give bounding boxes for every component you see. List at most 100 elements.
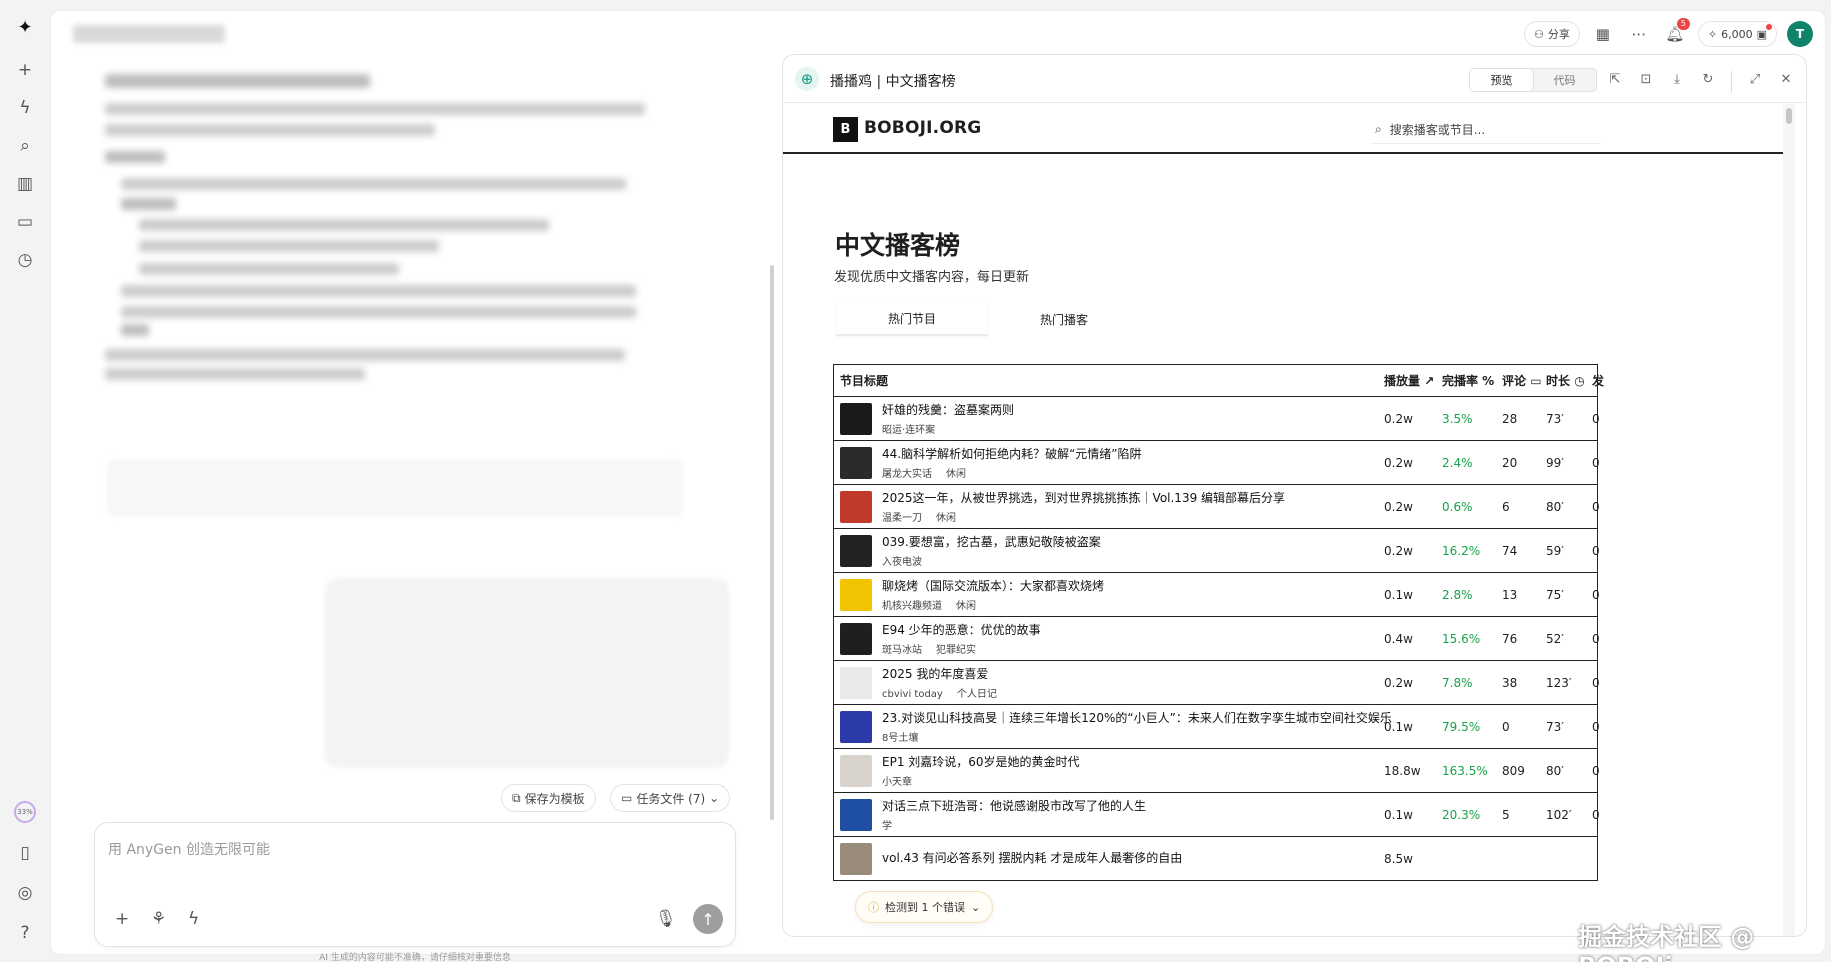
episode-title[interactable]: 对话三点下班浩哥：他说感谢股市改写了他的人生 <box>882 797 1146 814</box>
episode-cell[interactable]: 聊烧烤（国际交流版本）：大家都喜欢烧烤 机核兴趣频道 休闲 <box>840 573 1104 616</box>
history-icon[interactable]: ◷ <box>13 248 37 272</box>
credits-button[interactable]: ✧ 6,000 ▣ <box>1697 21 1777 47</box>
podcast-name[interactable]: 8号土壤 <box>882 733 918 744</box>
table-row[interactable]: 对话三点下班浩哥：他说感谢股市改写了他的人生学 0.1w 20.3% 5 102′ 0 <box>834 793 1600 837</box>
library-icon[interactable]: ▥ <box>13 172 37 196</box>
microphone-icon[interactable]: 🎙︎ <box>655 909 677 929</box>
share-out-icon[interactable]: ⇱ <box>1605 68 1625 90</box>
more-value: 0 <box>1592 587 1600 602</box>
share-button[interactable]: ⚇ 分享 <box>1524 21 1580 47</box>
preview-mode-button[interactable]: 预览 <box>1470 69 1533 91</box>
episode-cell[interactable]: 2025这一年，从被世界挑选，到对世界挑挑拣拣｜Vol.139 编辑部幕后分享温… <box>840 485 1285 528</box>
save-template-button[interactable]: ⧉ 保存为模板 <box>501 784 596 812</box>
site-scrollbar[interactable] <box>1783 104 1795 936</box>
clipboard-icon[interactable]: ▯ <box>13 841 37 865</box>
comments-value: 76 <box>1502 631 1518 646</box>
col-duration[interactable]: 时长 ◷ <box>1546 365 1585 396</box>
podcast-name[interactable]: cbvivi today <box>882 689 943 700</box>
episode-title[interactable]: 039.要想富，挖古墓，武惠妃敬陵被盗案 <box>882 533 1101 550</box>
error-toast[interactable]: ⓘ 检测到 1 个错误 ⌄ <box>855 891 994 923</box>
download-icon[interactable]: ⤓ <box>1667 68 1687 90</box>
podcast-name[interactable]: 学 <box>882 821 892 832</box>
tab-hot-podcasts[interactable]: 热门播客 <box>988 302 1140 336</box>
search-icon[interactable]: ⌕ <box>13 134 37 158</box>
completion-value: 0.6% <box>1442 499 1473 514</box>
connector-icon[interactable]: ⚘ <box>151 909 166 929</box>
col-plays[interactable]: 播放量 ↗ <box>1384 365 1434 396</box>
table-row[interactable]: 44.脑科学解析如何拒绝内耗？破解“元情绪”陷阱 屠龙大实话 休闲 0.2w 2.4% 2… <box>834 441 1600 485</box>
episode-cell[interactable]: 对话三点下班浩哥：他说感谢股市改写了他的人生学 <box>840 793 1146 836</box>
task-files-button[interactable]: ▭ 任务文件 (7) ⌄ <box>610 784 731 812</box>
notification-bell-icon[interactable]: 🔔︎ 5 <box>1662 18 1690 47</box>
podcast-name[interactable]: 温柔一刀 <box>882 513 922 524</box>
discover-icon[interactable]: ◎ <box>13 881 37 905</box>
close-icon[interactable]: ✕ <box>1776 68 1796 90</box>
left-rail: ✦ + ϟ ⌕ ▥ ▭ ◷ 33% ▯ ◎ ? <box>0 0 50 962</box>
composer[interactable]: 用 AnyGen 创造无限可能 + ⚘ ϟ 🎙︎ ↑ <box>94 822 736 947</box>
briefcase-icon[interactable]: ▭ <box>13 210 37 234</box>
site-logo[interactable]: B <box>833 117 858 142</box>
site-scroll-thumb[interactable] <box>1786 108 1792 124</box>
episode-title[interactable]: 23.对谈见山科技高旻｜连续三年增长120%的“小巨人”：未来人们在数字孪生城市… <box>882 709 1392 726</box>
podcast-name[interactable]: 斑马冰站 <box>882 645 922 656</box>
table-row[interactable]: 23.对谈见山科技高旻｜连续三年增长120%的“小巨人”：未来人们在数字孪生城市… <box>834 705 1600 749</box>
expand-icon[interactable]: ⤢ <box>1745 68 1765 90</box>
col-more[interactable]: 发 <box>1592 365 1604 396</box>
code-mode-button[interactable]: 代码 <box>1533 69 1596 91</box>
send-button[interactable]: ↑ <box>693 904 723 934</box>
episode-cell[interactable]: E94 少年的恶意：优优的故事 斑马冰站 犯罪纪实 <box>840 617 1041 660</box>
usage-progress-ring[interactable]: 33% <box>14 801 36 823</box>
lightning-icon[interactable]: ϟ <box>13 96 37 120</box>
site-brand[interactable]: BOBOJI.ORG <box>864 118 981 138</box>
plays-value: 0.2w <box>1384 411 1413 426</box>
table-row[interactable]: 039.要想富，挖古墓，武惠妃敬陵被盗案 入夜电波 0.2w 16.2% 74 59′ 0 <box>834 529 1600 573</box>
table-row[interactable]: vol.43 有问必答系列 摆脱内耗 才是成年人最奢侈的自由 8.5w <box>834 837 1597 881</box>
duration-value: 80′ <box>1546 499 1564 514</box>
table-row[interactable]: 2025 我的年度喜爱 cbvivi today 个人日记 0.2w 7.8% 38 123… <box>834 661 1600 705</box>
new-task-icon[interactable]: + <box>13 58 37 82</box>
help-icon[interactable]: ? <box>13 921 37 945</box>
table-row[interactable]: E94 少年的恶意：优优的故事 斑马冰站 犯罪纪实 0.4w 15.6% 76 52′ 0 <box>834 617 1600 661</box>
screenshot-icon[interactable]: ⊡ <box>1636 68 1656 90</box>
col-comments[interactable]: 评论 ▭ <box>1502 365 1542 396</box>
episode-cell[interactable]: vol.43 有问必答系列 摆脱内耗 才是成年人最奢侈的自由 <box>840 837 1182 880</box>
episode-cell[interactable]: 44.脑科学解析如何拒绝内耗？破解“元情绪”陷阱 屠龙大实话 休闲 <box>840 441 1142 484</box>
user-message-bubble-blurred <box>325 578 729 768</box>
blurred-text <box>105 103 645 115</box>
podcast-name[interactable]: 入夜电波 <box>882 557 922 568</box>
episode-title[interactable]: 聊烧烤（国际交流版本）：大家都喜欢烧烤 <box>882 577 1104 594</box>
refresh-icon[interactable]: ↻ <box>1698 68 1718 90</box>
col-title[interactable]: 节目标题 <box>840 365 888 396</box>
lightning-icon[interactable]: ϟ <box>188 909 199 929</box>
add-icon[interactable]: + <box>115 909 129 929</box>
more-icon[interactable]: ⋯ <box>1626 21 1652 47</box>
episode-title[interactable]: EP1 刘嘉玲说，60岁是她的黄金时代 <box>882 753 1080 770</box>
chat-scrollbar[interactable] <box>770 265 774 820</box>
episode-title[interactable]: 2025 我的年度喜爱 <box>882 665 997 682</box>
app-logo-icon[interactable]: ✦ <box>13 15 37 39</box>
calendar-icon[interactable]: ▦ <box>1590 21 1616 47</box>
table-row[interactable]: 奸雄的残羹：盗墓案两则 昭运·连环案 0.2w 3.5% 28 73′ 0 <box>834 397 1600 441</box>
episode-cell[interactable]: 039.要想富，挖古墓，武惠妃敬陵被盗案入夜电波 <box>840 529 1101 572</box>
podcast-name[interactable]: 屠龙大实话 <box>882 469 932 480</box>
podcast-name[interactable]: 机核兴趣频道 <box>882 601 942 612</box>
col-completion[interactable]: 完播率 % <box>1442 365 1494 396</box>
attachment-card-blurred[interactable] <box>106 459 684 517</box>
table-row[interactable]: 聊烧烤（国际交流版本）：大家都喜欢烧烤 机核兴趣频道 休闲 0.1w 2.8% 13 75′… <box>834 573 1600 617</box>
episode-title[interactable]: E94 少年的恶意：优优的故事 <box>882 621 1041 638</box>
site-search[interactable]: ⌕ 搜索播客或节目... <box>1371 116 1601 144</box>
episode-title[interactable]: vol.43 有问必答系列 摆脱内耗 才是成年人最奢侈的自由 <box>882 849 1182 866</box>
episode-cell[interactable]: 2025 我的年度喜爱 cbvivi today 个人日记 <box>840 661 997 704</box>
user-avatar[interactable]: T <box>1787 21 1813 47</box>
tab-hot-episodes[interactable]: 热门节目 <box>836 302 988 336</box>
episode-title[interactable]: 2025这一年，从被世界挑选，到对世界挑挑拣拣｜Vol.139 编辑部幕后分享 <box>882 489 1285 506</box>
episode-title[interactable]: 44.脑科学解析如何拒绝内耗？破解“元情绪”陷阱 <box>882 445 1142 462</box>
table-row[interactable]: EP1 刘嘉玲说，60岁是她的黄金时代 小天章 18.8w 163.5% 809 80′ 0 <box>834 749 1600 793</box>
episode-cell[interactable]: EP1 刘嘉玲说，60岁是她的黄金时代小天章 <box>840 749 1080 792</box>
table-row[interactable]: 2025这一年，从被世界挑选，到对世界挑挑拣拣｜Vol.139 编辑部幕后分享温… <box>834 485 1600 529</box>
episode-cell[interactable]: 奸雄的残羹：盗墓案两则昭运·连环案 <box>840 397 1014 440</box>
episode-title[interactable]: 奸雄的残羹：盗墓案两则 <box>882 401 1014 418</box>
podcast-name[interactable]: 昭运·连环案 <box>882 425 935 436</box>
episode-cell[interactable]: 23.对谈见山科技高旻｜连续三年增长120%的“小巨人”：未来人们在数字孪生城市… <box>840 705 1392 748</box>
podcast-name[interactable]: 小天章 <box>882 777 912 788</box>
